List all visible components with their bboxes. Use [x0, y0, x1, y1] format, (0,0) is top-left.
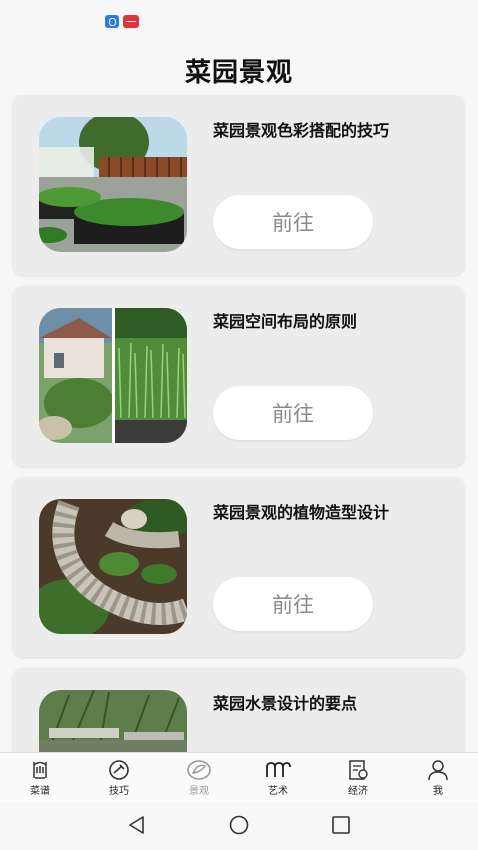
card-title: 菜园景观色彩搭配的技巧	[213, 121, 390, 140]
article-thumbnail	[39, 308, 187, 443]
article-thumbnail	[39, 690, 187, 752]
shield-app-icon	[105, 15, 119, 28]
recents-icon[interactable]	[331, 815, 351, 835]
bottom-tab-bar: 菜谱 技巧 景观 艺术 经济 我	[0, 752, 478, 803]
card-title: 菜园空间布局的原则	[213, 312, 358, 331]
tab-label: 技巧	[109, 786, 129, 797]
profile-icon	[428, 760, 448, 781]
article-thumbnail	[39, 499, 187, 634]
tab-label: 景观	[189, 786, 209, 797]
tab-label: 菜谱	[30, 786, 50, 797]
article-thumbnail	[39, 117, 187, 252]
go-button[interactable]: 前往	[213, 577, 373, 631]
card-title: 菜园景观的植物造型设计	[213, 503, 390, 522]
card-title: 菜园水景设计的要点	[213, 694, 358, 713]
tab-economy[interactable]: 经济	[318, 753, 398, 803]
tab-label: 我	[433, 786, 443, 797]
art-icon	[266, 762, 291, 777]
article-card[interactable]: 菜园景观的植物造型设计 前往	[13, 477, 464, 657]
page-title: 菜园景观	[184, 58, 293, 88]
recipe-icon	[33, 761, 47, 779]
tab-art[interactable]: 艺术	[238, 753, 318, 803]
tab-profile[interactable]: 我	[398, 753, 478, 803]
landscape-icon	[187, 760, 211, 780]
tab-landscape[interactable]: 景观	[159, 753, 239, 803]
tab-label: 艺术	[268, 786, 288, 797]
article-list[interactable]: 菜园景观色彩搭配的技巧 前往 菜园空间布局的原则 前往 菜园景观的植物造型设计 …	[0, 95, 478, 752]
economy-icon	[349, 760, 368, 780]
article-card[interactable]: 菜园景观色彩搭配的技巧 前往	[13, 95, 464, 275]
status-bar	[0, 0, 478, 40]
home-icon[interactable]	[228, 815, 250, 835]
tab-tips[interactable]: 技巧	[79, 753, 159, 803]
notification-app-icon	[123, 15, 139, 28]
back-icon[interactable]	[127, 815, 147, 835]
tab-recipe[interactable]: 菜谱	[0, 753, 80, 803]
article-card[interactable]: 菜园空间布局的原则 前往	[13, 286, 464, 466]
tips-icon	[109, 760, 129, 780]
article-card[interactable]: 菜园水景设计的要点 前往	[13, 668, 464, 752]
tab-label: 经济	[348, 786, 368, 797]
system-nav-bar	[0, 802, 478, 850]
go-button[interactable]: 前往	[213, 386, 373, 440]
go-button[interactable]: 前往	[213, 195, 373, 249]
